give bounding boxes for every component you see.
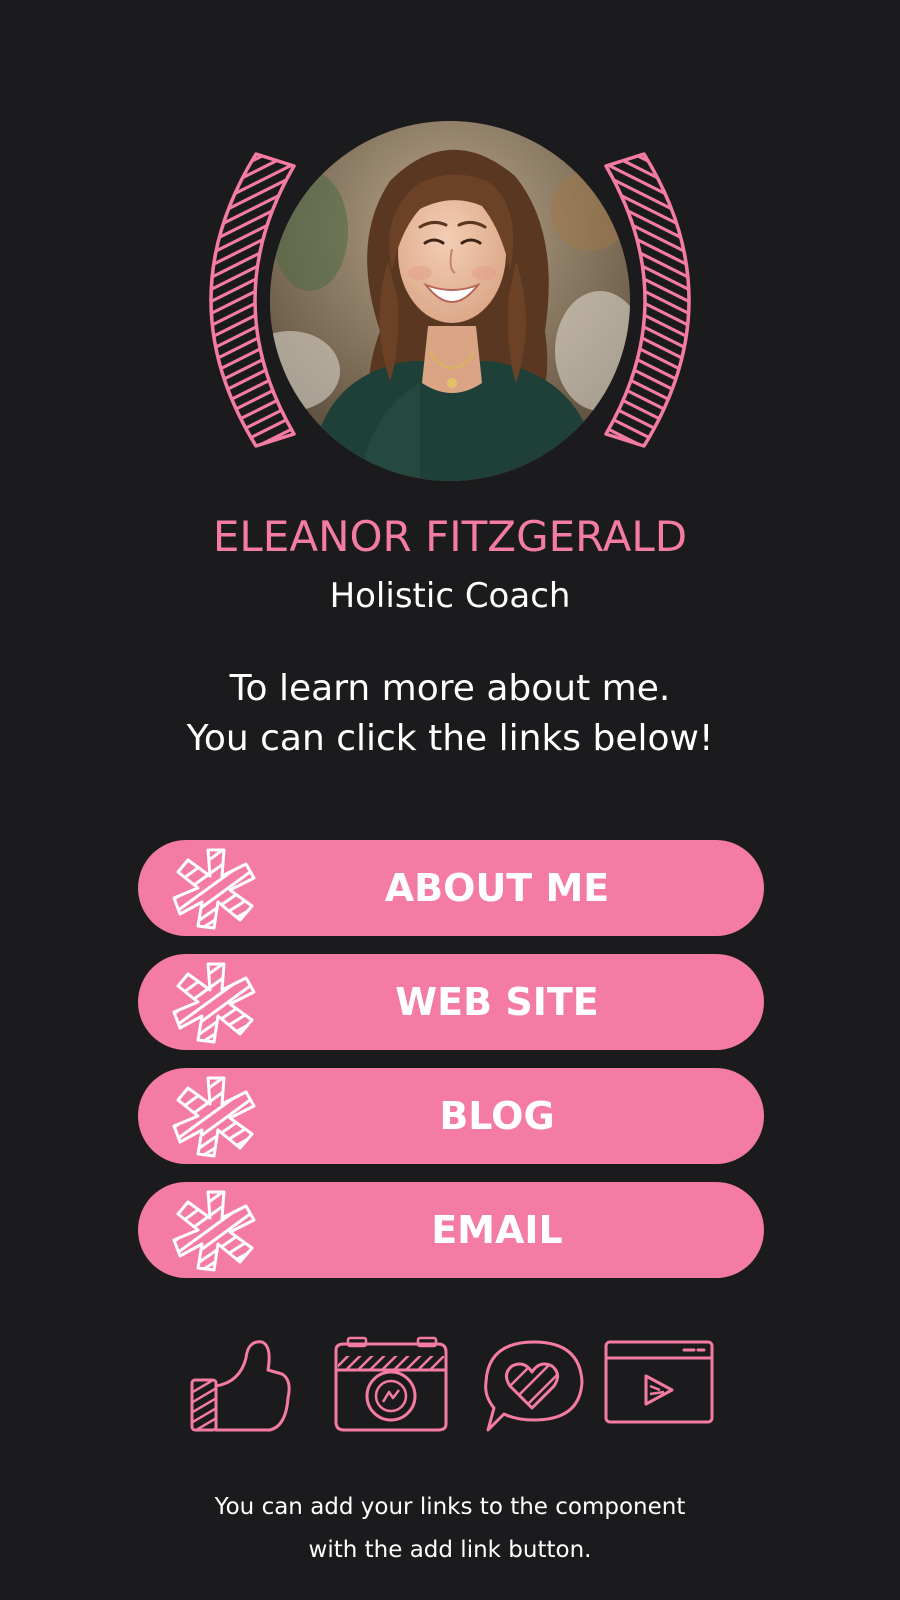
asterisk-icon xyxy=(172,1190,256,1272)
footer-line-1: You can add your links to the component xyxy=(214,1494,686,1520)
email-label: EMAIL xyxy=(431,1208,563,1252)
blog-button[interactable]: BLOG xyxy=(138,1068,764,1164)
footer-note: You can add your links to the component … xyxy=(0,1486,900,1572)
web-site-button[interactable]: WEB SITE xyxy=(138,954,764,1050)
chat-heart-icon[interactable] xyxy=(482,1336,586,1436)
thumbs-up-icon[interactable] xyxy=(190,1336,294,1436)
intro-line-1: To learn more about me. xyxy=(229,668,671,709)
link-list: ABOUT ME WEB SITE BLOG EMAIL xyxy=(138,840,764,1296)
web-site-label: WEB SITE xyxy=(395,980,599,1024)
footer-line-2: with the add link button. xyxy=(308,1537,592,1563)
avatar xyxy=(270,121,630,481)
video-play-icon[interactable] xyxy=(602,1336,716,1436)
about-me-button[interactable]: ABOUT ME xyxy=(138,840,764,936)
profile-name: ELEANOR FITZGERALD xyxy=(212,512,688,561)
social-icons xyxy=(190,1336,720,1436)
profile-title: Holistic Coach xyxy=(329,576,571,616)
asterisk-icon xyxy=(172,1076,256,1158)
blog-label: BLOG xyxy=(439,1094,555,1138)
email-button[interactable]: EMAIL xyxy=(138,1182,764,1278)
asterisk-icon xyxy=(172,962,256,1044)
intro-text: To learn more about me. You can click th… xyxy=(0,664,900,764)
camera-icon[interactable] xyxy=(328,1336,454,1436)
asterisk-icon xyxy=(172,848,256,930)
intro-line-2: You can click the links below! xyxy=(186,718,714,759)
about-me-label: ABOUT ME xyxy=(384,866,610,910)
